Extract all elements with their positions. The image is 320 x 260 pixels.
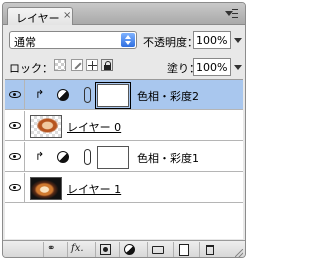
chain-link-icon[interactable] bbox=[84, 149, 91, 165]
layer-row[interactable]: ↱ 色相・彩度2 bbox=[5, 80, 243, 110]
mask-thumbnail[interactable] bbox=[97, 146, 129, 169]
fill-field[interactable]: 100% bbox=[193, 58, 231, 76]
visibility-toggle[interactable] bbox=[5, 80, 25, 110]
layer-row[interactable]: レイヤー 0 bbox=[5, 111, 243, 141]
layer-row[interactable]: ↱ 色相・彩度1 bbox=[5, 142, 243, 172]
close-icon[interactable]: × bbox=[63, 10, 71, 21]
layer-name[interactable]: レイヤー 1 bbox=[67, 181, 121, 197]
link-layers-button[interactable]: ⚭ bbox=[43, 242, 63, 257]
opacity-field[interactable]: 100% bbox=[193, 31, 231, 49]
add-mask-button[interactable] bbox=[95, 242, 115, 257]
lock-label: ロック： bbox=[9, 62, 53, 75]
eye-icon[interactable] bbox=[9, 91, 21, 98]
layer-name[interactable]: 色相・彩度1 bbox=[137, 150, 199, 166]
new-group-button[interactable] bbox=[147, 242, 167, 257]
panel-tab-bar: レイヤー × bbox=[3, 3, 245, 25]
clip-arrow-icon: ↱ bbox=[35, 88, 45, 101]
tab-layers[interactable]: レイヤー × bbox=[7, 7, 73, 25]
delete-layer-button[interactable] bbox=[199, 242, 219, 257]
mask-thumbnail[interactable] bbox=[95, 82, 131, 109]
mask-icon bbox=[100, 244, 111, 255]
folder-icon bbox=[152, 246, 164, 254]
opacity-label: 不透明度： bbox=[143, 36, 198, 49]
chain-link-icon[interactable] bbox=[84, 87, 91, 103]
opacity-dropdown-icon[interactable] bbox=[234, 38, 242, 43]
lock-all-icon[interactable] bbox=[101, 59, 113, 71]
eye-icon[interactable] bbox=[9, 153, 21, 160]
new-adjustment-button[interactable] bbox=[119, 242, 143, 257]
trash-icon bbox=[206, 245, 214, 255]
visibility-toggle[interactable] bbox=[5, 142, 25, 172]
layer-list: ↱ 色相・彩度2 レイヤー 0 ↱ 色相・彩度1 レイヤー 1 bbox=[5, 79, 243, 239]
adjustment-layer-icon[interactable] bbox=[57, 89, 69, 101]
link-icon: ⚭ bbox=[47, 243, 56, 254]
eye-icon[interactable] bbox=[9, 122, 21, 129]
lock-position-icon[interactable] bbox=[86, 59, 98, 71]
new-layer-button[interactable] bbox=[173, 242, 193, 257]
blend-mode-value: 通常 bbox=[14, 36, 36, 49]
layer-name[interactable]: 色相・彩度2 bbox=[137, 88, 199, 104]
adjustment-layer-icon[interactable] bbox=[57, 151, 69, 163]
visibility-toggle[interactable] bbox=[5, 173, 25, 203]
new-layer-icon bbox=[179, 244, 189, 256]
resize-grip-icon[interactable] bbox=[235, 249, 243, 257]
visibility-toggle[interactable] bbox=[5, 111, 25, 141]
select-arrow-icon[interactable] bbox=[121, 33, 135, 47]
layers-toolbar: ⚭ fx. bbox=[3, 240, 245, 257]
lock-pixels-icon[interactable] bbox=[71, 59, 83, 71]
layer-thumbnail[interactable] bbox=[30, 115, 62, 138]
blend-mode-select[interactable]: 通常 bbox=[9, 31, 137, 49]
layer-style-button[interactable]: fx. bbox=[67, 242, 91, 257]
lock-transparency-icon[interactable] bbox=[54, 59, 66, 71]
layers-panel: レイヤー × 通常 不透明度： 100% ロック： 塗り： 100% ↱ 色相・… bbox=[2, 2, 246, 258]
panel-menu-icon[interactable] bbox=[225, 9, 239, 19]
layer-name[interactable]: レイヤー 0 bbox=[67, 119, 121, 135]
clip-arrow-icon: ↱ bbox=[35, 150, 45, 163]
adjustment-icon bbox=[124, 244, 135, 255]
fx-icon: fx. bbox=[71, 243, 84, 254]
tab-label: レイヤー bbox=[16, 12, 60, 25]
layer-row[interactable]: レイヤー 1 bbox=[5, 173, 243, 203]
eye-icon[interactable] bbox=[9, 184, 21, 191]
fill-dropdown-icon[interactable] bbox=[234, 65, 242, 70]
layer-thumbnail[interactable] bbox=[30, 177, 62, 200]
